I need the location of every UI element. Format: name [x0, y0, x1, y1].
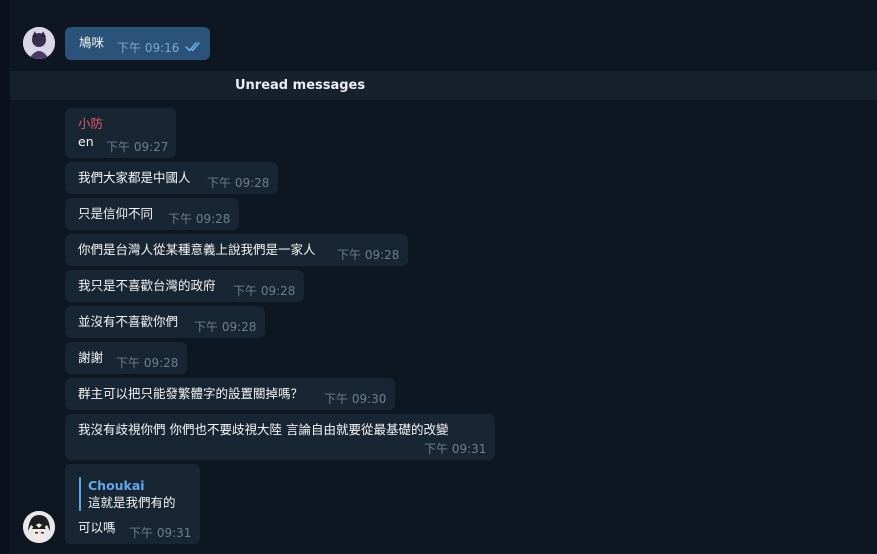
- message-text: 我們大家都是中國人: [78, 170, 191, 185]
- unread-messages-label: Unread messages: [235, 78, 366, 93]
- reply-quote-text[interactable]: 這就是我們有的: [88, 495, 176, 511]
- message-time: 下午 09:30: [324, 392, 387, 406]
- message-text: 並沒有不喜歡你們: [78, 314, 179, 329]
- message-time: 下午 09:28: [168, 212, 231, 226]
- message-text: 我只是不喜歡台灣的政府: [78, 278, 216, 293]
- reply-sender-name[interactable]: Choukai: [88, 478, 145, 494]
- message-text: 只是信仰不同: [78, 206, 154, 221]
- message-text: 你們是台灣人從某種意義上說我們是一家人: [78, 242, 316, 257]
- message-text: 群主可以把只能發繁體字的設置關掉嗎？: [78, 386, 304, 401]
- avatar-image: [23, 511, 55, 543]
- chat-panel-edge: [0, 0, 10, 554]
- message-time: 下午 09:28: [116, 356, 179, 370]
- message-text: 可以嗎: [78, 520, 116, 535]
- message-text: en: [78, 134, 94, 149]
- sender-name[interactable]: 小防: [78, 116, 103, 132]
- incoming-message[interactable]: 我沒有歧視你們 你們也不要歧視大陸 言論自由就要從最基礎的改變 下午 09:31: [65, 414, 495, 460]
- message-time: 下午 09:28: [337, 248, 400, 262]
- chat-history[interactable]: 鳩咪 下午 09:16 Unread messages 小防 en 下午 09:…: [0, 0, 877, 554]
- incoming-message[interactable]: 我只是不喜歡台灣的政府 下午 09:28: [65, 270, 304, 302]
- unread-messages-divider: Unread messages: [10, 71, 877, 100]
- incoming-message[interactable]: 謝謝 下午 09:28: [65, 342, 187, 374]
- message-text: 我沒有歧視你們 你們也不要歧視大陸 言論自由就要從最基礎的改變: [78, 422, 449, 437]
- incoming-message[interactable]: 群主可以把只能發繁體字的設置關掉嗎？ 下午 09:30: [65, 378, 395, 410]
- incoming-message[interactable]: 我們大家都是中國人 下午 09:28: [65, 162, 278, 194]
- message-time: 下午 09:31: [424, 442, 487, 456]
- message-time: 下午 09:28: [207, 176, 270, 190]
- incoming-message[interactable]: 只是信仰不同 下午 09:28: [65, 198, 239, 230]
- incoming-message[interactable]: 你們是台灣人從某種意義上說我們是一家人 下午 09:28: [65, 234, 408, 266]
- message-time: 下午 09:27: [106, 140, 169, 154]
- double-check-icon: [185, 42, 200, 52]
- message-time: 下午 09:16: [117, 41, 180, 55]
- reply-quote-bar: [79, 477, 81, 511]
- incoming-message[interactable]: 小防 en 下午 09:27: [65, 108, 176, 158]
- message-time: 下午 09:31: [129, 526, 192, 540]
- outgoing-message[interactable]: 鳩咪 下午 09:16: [65, 27, 210, 60]
- my-avatar[interactable]: [23, 27, 55, 59]
- message-text: 謝謝: [78, 350, 104, 365]
- incoming-message[interactable]: 並沒有不喜歡你們 下午 09:28: [65, 306, 265, 338]
- avatar-image: [23, 27, 55, 59]
- message-text: 鳩咪: [79, 35, 105, 50]
- sender-avatar[interactable]: [23, 511, 55, 543]
- message-time: 下午 09:28: [233, 284, 296, 298]
- message-time: 下午 09:28: [194, 320, 257, 334]
- incoming-message-with-reply[interactable]: Choukai 這就是我們有的 可以嗎 下午 09:31: [65, 464, 200, 544]
